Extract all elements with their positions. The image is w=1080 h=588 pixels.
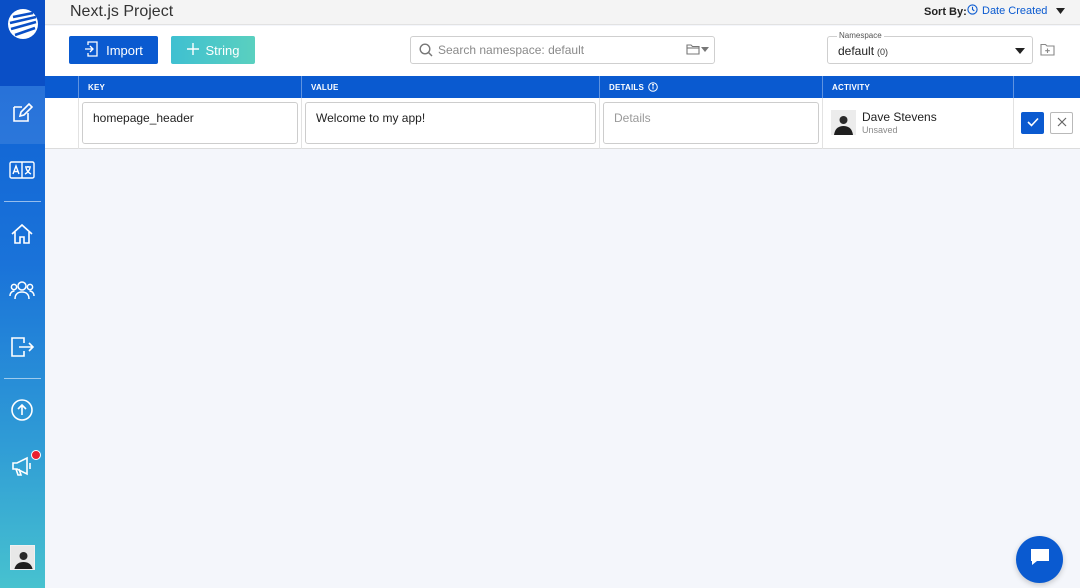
column-details: DETAILS bbox=[599, 76, 822, 98]
table-header: KEY VALUE DETAILS ACTIVITY bbox=[45, 76, 1080, 98]
search-box bbox=[410, 36, 715, 64]
activity-avatar bbox=[831, 110, 856, 135]
sidebar-divider bbox=[4, 378, 41, 379]
string-label: String bbox=[205, 42, 240, 58]
key-input[interactable]: homepage_header bbox=[82, 102, 298, 144]
sort-label: Sort By: bbox=[924, 6, 967, 18]
import-label: Import bbox=[106, 42, 143, 58]
notification-badge bbox=[31, 450, 41, 460]
add-string-button[interactable]: String bbox=[171, 36, 255, 64]
details-input[interactable]: Details bbox=[603, 102, 819, 144]
plus-icon bbox=[186, 42, 199, 58]
folder-filter-icon[interactable] bbox=[686, 44, 709, 55]
cancel-row-button[interactable] bbox=[1050, 112, 1073, 134]
save-row-button[interactable] bbox=[1021, 112, 1044, 134]
info-icon[interactable] bbox=[648, 82, 658, 92]
sidebar bbox=[0, 0, 45, 588]
close-icon bbox=[1057, 114, 1067, 132]
namespace-count: (0) bbox=[877, 47, 889, 57]
search-input[interactable] bbox=[438, 41, 678, 59]
home-icon[interactable] bbox=[8, 220, 36, 248]
clock-icon bbox=[967, 4, 978, 18]
sort-value-text: Date Created bbox=[982, 5, 1048, 17]
sort-dropdown[interactable]: Date Created bbox=[967, 4, 1066, 18]
activity-cell: Dave Stevens Unsaved bbox=[831, 110, 937, 135]
page-title: Next.js Project bbox=[70, 3, 174, 20]
chat-button[interactable] bbox=[1016, 536, 1063, 583]
namespace-value: default (0) bbox=[838, 44, 889, 58]
chevron-down-icon bbox=[1015, 48, 1025, 54]
column-activity: ACTIVITY bbox=[822, 76, 1013, 98]
value-input[interactable]: Welcome to my app! bbox=[305, 102, 596, 144]
check-icon bbox=[1026, 114, 1039, 132]
column-value: VALUE bbox=[301, 76, 599, 98]
import-button[interactable]: Import bbox=[69, 36, 158, 64]
sidebar-divider bbox=[4, 201, 41, 202]
export-icon[interactable] bbox=[8, 333, 36, 361]
add-folder-icon[interactable] bbox=[1040, 43, 1055, 61]
top-header: Next.js Project Sort By: Date Created bbox=[45, 0, 1080, 25]
activity-user: Dave Stevens bbox=[862, 110, 937, 124]
activity-status: Unsaved bbox=[862, 125, 898, 135]
namespace-select[interactable]: Namespace default (0) bbox=[827, 31, 1033, 64]
translate-icon[interactable] bbox=[8, 156, 36, 184]
toolbar: Import String Namespace default(0) bbox=[45, 26, 1080, 76]
user-avatar[interactable] bbox=[10, 545, 35, 570]
upload-icon[interactable] bbox=[8, 396, 36, 424]
users-icon[interactable] bbox=[8, 276, 36, 304]
caret-down-icon bbox=[1056, 5, 1066, 17]
search-icon bbox=[419, 43, 433, 62]
edit-icon[interactable] bbox=[8, 99, 36, 127]
import-icon bbox=[84, 40, 98, 60]
column-key: KEY bbox=[78, 76, 301, 98]
logo-icon[interactable] bbox=[7, 8, 39, 40]
table-row: homepage_header Welcome to my app! Detai… bbox=[45, 98, 1080, 149]
namespace-label: Namespace bbox=[837, 31, 884, 40]
chat-icon bbox=[1029, 547, 1051, 572]
column-actions bbox=[1013, 76, 1080, 98]
